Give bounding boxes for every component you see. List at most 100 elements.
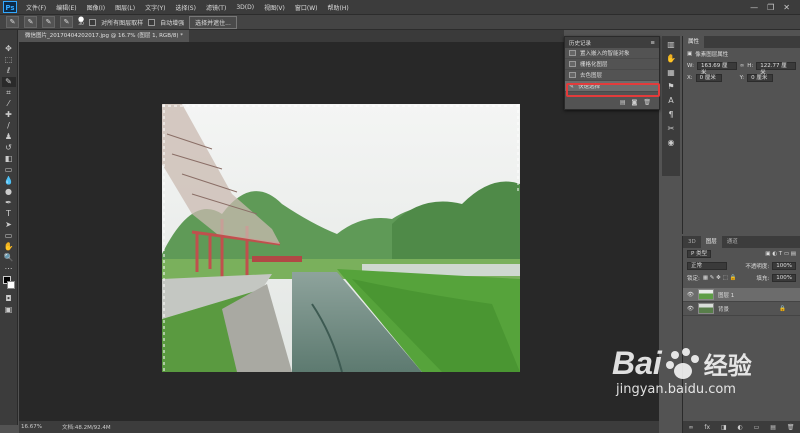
menu-select[interactable]: 选择(S) bbox=[170, 3, 201, 12]
add-selection-icon[interactable]: ✎ bbox=[42, 16, 55, 28]
crop-tool-icon[interactable]: ⌗ bbox=[2, 88, 16, 98]
color-swatch-icon[interactable] bbox=[2, 275, 16, 293]
history-title[interactable]: 历史记录 bbox=[569, 39, 591, 47]
menu-filter[interactable]: 滤镜(T) bbox=[201, 3, 231, 12]
camera-icon[interactable]: ◙ bbox=[632, 99, 638, 109]
brush-tool-icon[interactable]: / bbox=[2, 121, 16, 131]
brush-presets-icon[interactable]: ▦ bbox=[664, 68, 678, 77]
menu-window[interactable]: 窗口(W) bbox=[290, 3, 323, 12]
y-field[interactable]: 0 厘米 bbox=[747, 74, 774, 82]
new-selection-icon[interactable]: ✎ bbox=[24, 16, 37, 28]
tools-presets-icon[interactable]: ✂ bbox=[664, 124, 678, 133]
tool-preset-icon[interactable]: ✎ bbox=[6, 16, 19, 28]
filter-icons[interactable]: ▣ ◐ T ▭ ▤ bbox=[765, 251, 796, 257]
character-icon[interactable]: A bbox=[664, 96, 678, 105]
eye-icon[interactable]: 👁 bbox=[687, 306, 694, 312]
type-tool-icon[interactable]: T bbox=[2, 209, 16, 219]
sample-all-layers-label: 对所有图层取样 bbox=[101, 19, 144, 27]
layers-tabs: 3D 图层 通道 bbox=[683, 236, 800, 248]
shape-tool-icon[interactable]: ▭ bbox=[2, 231, 16, 241]
dodge-tool-icon[interactable]: ● bbox=[2, 187, 16, 197]
hand-tool-icon[interactable]: ✋ bbox=[2, 242, 16, 252]
x-field[interactable]: 0 厘米 bbox=[695, 74, 722, 82]
close-icon[interactable]: ✕ bbox=[783, 3, 790, 12]
brush-settings-icon[interactable]: ✋ bbox=[664, 54, 678, 63]
auto-enhance-checkbox[interactable] bbox=[148, 18, 156, 26]
menu-type[interactable]: 文字(Y) bbox=[140, 3, 170, 12]
opacity-field[interactable]: 100% bbox=[772, 262, 796, 270]
trash-icon[interactable]: 🗑 bbox=[643, 99, 651, 109]
document-tab[interactable]: 微信图片_20170404202017.jpg @ 16.7% (图层 1, R… bbox=[19, 30, 189, 42]
menu-help[interactable]: 帮助(H) bbox=[323, 3, 354, 12]
sample-all-layers-checkbox[interactable] bbox=[89, 18, 97, 26]
menu-image[interactable]: 图像(I) bbox=[82, 3, 110, 12]
stamp-tool-icon[interactable]: ♟ bbox=[2, 132, 16, 142]
history-state-icon bbox=[569, 72, 576, 78]
landscape-photo bbox=[162, 104, 520, 372]
menu-edit[interactable]: 编辑(E) bbox=[51, 3, 81, 12]
height-field[interactable]: 122.77 厘米 bbox=[756, 62, 796, 76]
menu-view[interactable]: 视图(V) bbox=[259, 3, 290, 12]
watermark-brand: Bai bbox=[612, 345, 662, 381]
fill-field[interactable]: 100% bbox=[772, 274, 796, 282]
baidu-jingyan-watermark: Bai 经验 jingyan.baidu.com bbox=[612, 345, 792, 433]
eyedropper-tool-icon[interactable]: ⁄ bbox=[2, 99, 16, 109]
lock-row: 锁定: ▦ ✎ ✥ ⬚ 🔒 填充: 100% bbox=[683, 272, 800, 284]
gradient-tool-icon[interactable]: ▭ bbox=[2, 165, 16, 175]
lock-icons[interactable]: ▦ ✎ ✥ ⬚ 🔒 bbox=[703, 275, 736, 281]
tools-panel: ✥ ⬚ ℓ ✎ ⌗ ⁄ ✚ / ♟ ↺ ◧ ▭ 💧 ● ✒ T ➤ ▭ ✋ 🔍 … bbox=[0, 30, 18, 425]
select-and-mask-button[interactable]: 选择并遮住... bbox=[189, 15, 237, 29]
properties-tabs: 属性 bbox=[683, 36, 800, 48]
tab-properties[interactable]: 属性 bbox=[683, 36, 705, 48]
watermark-url: jingyan.baidu.com bbox=[616, 382, 736, 397]
history-panel-icon[interactable]: ▥ bbox=[664, 40, 678, 49]
eraser-tool-icon[interactable]: ◧ bbox=[2, 154, 16, 164]
eye-icon[interactable]: 👁 bbox=[687, 292, 694, 298]
tab-layers[interactable]: 图层 bbox=[700, 236, 722, 248]
paragraph-icon[interactable]: ¶ bbox=[664, 110, 678, 119]
pen-tool-icon[interactable]: ✒ bbox=[2, 198, 16, 208]
history-item[interactable]: 去色图层 bbox=[565, 70, 659, 81]
subtract-selection-icon[interactable]: ✎ bbox=[60, 16, 73, 28]
history-item[interactable]: 置入嵌入的智能对象 bbox=[565, 48, 659, 59]
marquee-tool-icon[interactable]: ⬚ bbox=[2, 55, 16, 65]
layer-thumbnail bbox=[697, 303, 714, 314]
history-item[interactable]: 栅格化图层 bbox=[565, 59, 659, 70]
zoom-tool-icon[interactable]: 🔍 bbox=[2, 253, 16, 263]
tab-3d[interactable]: 3D bbox=[683, 236, 701, 248]
menu-file[interactable]: 文件(F) bbox=[21, 3, 51, 12]
panel-menu-icon[interactable]: ≡ bbox=[650, 40, 655, 46]
swatches-icon[interactable]: ◉ bbox=[664, 138, 678, 147]
maximize-icon[interactable]: ❐ bbox=[767, 3, 774, 12]
lock-icon: 🔒 bbox=[779, 305, 786, 312]
layer-row[interactable]: 👁 背景 🔒 bbox=[683, 302, 800, 316]
history-footer: ▤ ◙ 🗑 bbox=[565, 99, 659, 109]
document-size: 文档:48.2M/92.4M bbox=[61, 425, 111, 431]
screen-mode-icon[interactable]: ▣ bbox=[2, 305, 16, 315]
menu-layer[interactable]: 图层(L) bbox=[110, 3, 140, 12]
tab-channels[interactable]: 通道 bbox=[722, 236, 743, 248]
layer-kind-select[interactable]: P 类型 bbox=[687, 250, 712, 258]
menu-bar: Ps 文件(F) 编辑(E) 图像(I) 图层(L) 文字(Y) 选择(S) 滤… bbox=[0, 0, 800, 14]
width-field[interactable]: 163.69 厘米 bbox=[696, 62, 737, 76]
brush-size-picker[interactable]: ● 30 bbox=[78, 16, 84, 28]
lasso-tool-icon[interactable]: ℓ bbox=[2, 66, 16, 76]
link-icon[interactable]: ∞ bbox=[740, 63, 745, 69]
blend-mode-select[interactable]: 正常 bbox=[687, 262, 727, 270]
zoom-level[interactable]: 16.67% bbox=[21, 424, 42, 430]
menu-3d[interactable]: 3D(D) bbox=[231, 4, 259, 11]
quick-selection-tool-icon[interactable]: ✎ bbox=[1, 77, 16, 87]
path-select-icon[interactable]: ➤ bbox=[2, 220, 16, 230]
move-tool-icon[interactable]: ✥ bbox=[2, 44, 16, 54]
auto-enhance-label: 自动增强 bbox=[160, 19, 185, 27]
new-document-from-state-icon[interactable]: ▤ bbox=[620, 99, 626, 109]
blur-tool-icon[interactable]: 💧 bbox=[2, 176, 16, 186]
document-image[interactable] bbox=[162, 104, 520, 372]
history-brush-icon[interactable]: ↺ bbox=[2, 143, 16, 153]
layer-row[interactable]: 👁 图层 1 bbox=[683, 288, 800, 302]
clone-source-icon[interactable]: ⚑ bbox=[664, 82, 678, 91]
more-tools-icon[interactable]: ⋯ bbox=[2, 264, 16, 274]
quick-mask-icon[interactable]: ◘ bbox=[2, 294, 16, 304]
healing-tool-icon[interactable]: ✚ bbox=[2, 110, 16, 120]
minimize-icon[interactable]: — bbox=[750, 3, 758, 12]
